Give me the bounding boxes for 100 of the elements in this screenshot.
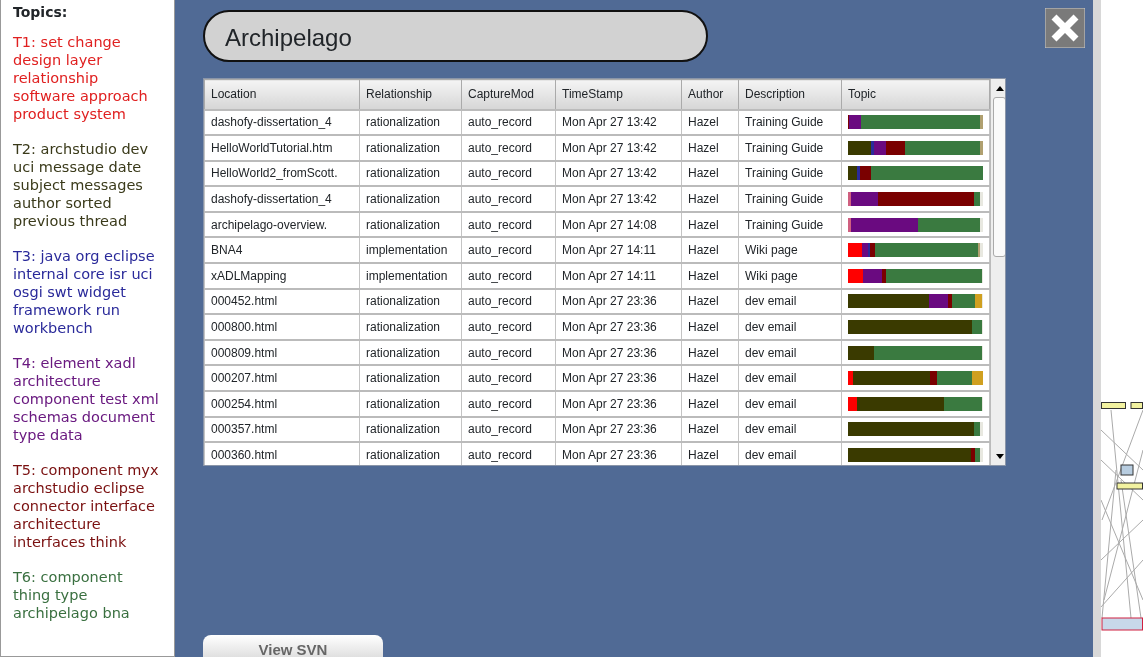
- table-cell: rationalization: [359, 365, 462, 392]
- table-cell: auto_record: [461, 416, 556, 443]
- table-cell: rationalization: [359, 109, 462, 136]
- table-cell: archipelago-overview.: [204, 211, 360, 238]
- table-cell: dev email: [738, 288, 842, 315]
- table-cell: Mon Apr 27 23:36: [555, 288, 682, 315]
- table-cell: Hazel: [681, 365, 739, 392]
- column-header[interactable]: Author: [681, 79, 739, 110]
- column-header[interactable]: CaptureMod: [461, 79, 556, 110]
- table-cell: 000357.html: [204, 416, 360, 443]
- table-cell: auto_record: [461, 288, 556, 315]
- table-cell: HelloWorldTutorial.htm: [204, 135, 360, 161]
- table-cell: 000207.html: [204, 365, 360, 392]
- table-cell: auto_record: [461, 339, 556, 366]
- table-cell: auto_record: [461, 442, 556, 465]
- table-cell: Mon Apr 27 14:11: [555, 237, 682, 264]
- table-cell: Hazel: [681, 135, 739, 161]
- topic-keywords: T3: java org eclipse internal core isr uci osgi swt widget framework run workbench: [13, 246, 156, 337]
- table-cell: Mon Apr 27 14:11: [555, 263, 682, 289]
- table-cell: rationalization: [359, 314, 462, 340]
- table-cell: dev email: [738, 391, 842, 417]
- table-cell: Mon Apr 27 23:36: [555, 442, 682, 465]
- table-cell: xADLMapping: [204, 263, 360, 289]
- table-cell: Mon Apr 27 23:36: [555, 339, 682, 366]
- table-cell: rationalization: [359, 135, 462, 161]
- panel-title: Archipelago: [203, 10, 708, 62]
- table-cell: auto_record: [461, 160, 556, 187]
- table-cell: Mon Apr 27 13:42: [555, 135, 682, 161]
- table-cell: Mon Apr 27 23:36: [555, 314, 682, 340]
- table-cell: Hazel: [681, 288, 739, 315]
- table-cell: Hazel: [681, 339, 739, 366]
- table-cell: Training Guide: [738, 186, 842, 212]
- table-cell: auto_record: [461, 391, 556, 417]
- table-cell: auto_record: [461, 314, 556, 340]
- table-cell: implementation: [359, 263, 462, 289]
- table-cell: Hazel: [681, 263, 739, 289]
- table-cell: 000800.html: [204, 314, 360, 340]
- close-icon[interactable]: [1045, 8, 1085, 48]
- table-cell: dev email: [738, 442, 842, 465]
- table-cell: Training Guide: [738, 109, 842, 136]
- table-cell: Hazel: [681, 416, 739, 443]
- table-cell: Hazel: [681, 442, 739, 465]
- topic-keywords: T6: component thing type archipelago bna: [13, 567, 131, 622]
- topic-keywords: T1: set change design layer relationship software approach product system: [13, 32, 149, 123]
- table-cell: Mon Apr 27 14:08: [555, 211, 682, 238]
- table-cell: dev email: [738, 339, 842, 366]
- table-cell: dashofy-dissertation_4: [204, 109, 360, 136]
- table-cell: rationalization: [359, 160, 462, 187]
- table-cell: rationalization: [359, 211, 462, 238]
- column-header[interactable]: Relationship: [359, 79, 462, 110]
- table-cell: 000452.html: [204, 288, 360, 315]
- table-cell: Mon Apr 27 13:42: [555, 160, 682, 187]
- table-cell: rationalization: [359, 288, 462, 315]
- column-header[interactable]: Topic: [841, 79, 990, 110]
- table-cell: 000809.html: [204, 339, 360, 366]
- table-cell: Hazel: [681, 109, 739, 136]
- table-cell: Hazel: [681, 314, 739, 340]
- table-cell: dev email: [738, 416, 842, 443]
- table-cell: rationalization: [359, 391, 462, 417]
- view-svn-button[interactable]: View SVN: [203, 635, 383, 657]
- table-cell: Mon Apr 27 13:42: [555, 109, 682, 136]
- table-cell: auto_record: [461, 365, 556, 392]
- table-cell: dev email: [738, 314, 842, 340]
- sidebar-heading: Topics:: [13, 4, 69, 21]
- table-cell: Hazel: [681, 211, 739, 238]
- table-cell: Hazel: [681, 160, 739, 187]
- table-cell: HelloWorld2_fromScott.: [204, 160, 360, 187]
- table-cell: rationalization: [359, 339, 462, 366]
- column-header[interactable]: TimeStamp: [555, 79, 682, 110]
- table-cell: dashofy-dissertation_4: [204, 186, 360, 212]
- table-cell: Hazel: [681, 237, 739, 264]
- table-cell: Mon Apr 27 23:36: [555, 391, 682, 417]
- topic-keywords: T4: element xadl architecture component test xml schemas document type data: [13, 353, 160, 444]
- table-cell: Training Guide: [738, 160, 842, 187]
- topic-keywords: T5: component myx archstudio eclipse connector interface architecture interfaces think: [13, 460, 160, 551]
- scrollbar[interactable]: [990, 79, 1005, 465]
- table-cell: rationalization: [359, 442, 462, 465]
- table-cell: Mon Apr 27 23:36: [555, 416, 682, 443]
- table-cell: Mon Apr 27 13:42: [555, 186, 682, 212]
- table-cell: rationalization: [359, 186, 462, 212]
- table-cell: Mon Apr 27 23:36: [555, 365, 682, 392]
- column-header[interactable]: Description: [738, 79, 842, 110]
- table-cell: Wiki page: [738, 263, 842, 289]
- column-header[interactable]: Location: [204, 79, 360, 110]
- table-cell: auto_record: [461, 109, 556, 136]
- table-cell: BNA4: [204, 237, 360, 264]
- table-cell: dev email: [738, 365, 842, 392]
- topic-keywords: T2: archstudio dev uci message date subject messages author sorted previous thread: [13, 139, 150, 230]
- table-cell: auto_record: [461, 186, 556, 212]
- table-cell: 000254.html: [204, 391, 360, 417]
- scroll-down-icon[interactable]: [995, 453, 1004, 459]
- table-cell: Wiki page: [738, 237, 842, 264]
- table-cell: 000360.html: [204, 442, 360, 465]
- table-cell: rationalization: [359, 416, 462, 443]
- table-cell: implementation: [359, 237, 462, 264]
- table-cell: auto_record: [461, 211, 556, 238]
- table-cell: auto_record: [461, 237, 556, 264]
- table-cell: auto_record: [461, 263, 556, 289]
- scroll-up-icon[interactable]: [995, 85, 1004, 91]
- table-cell: Hazel: [681, 391, 739, 417]
